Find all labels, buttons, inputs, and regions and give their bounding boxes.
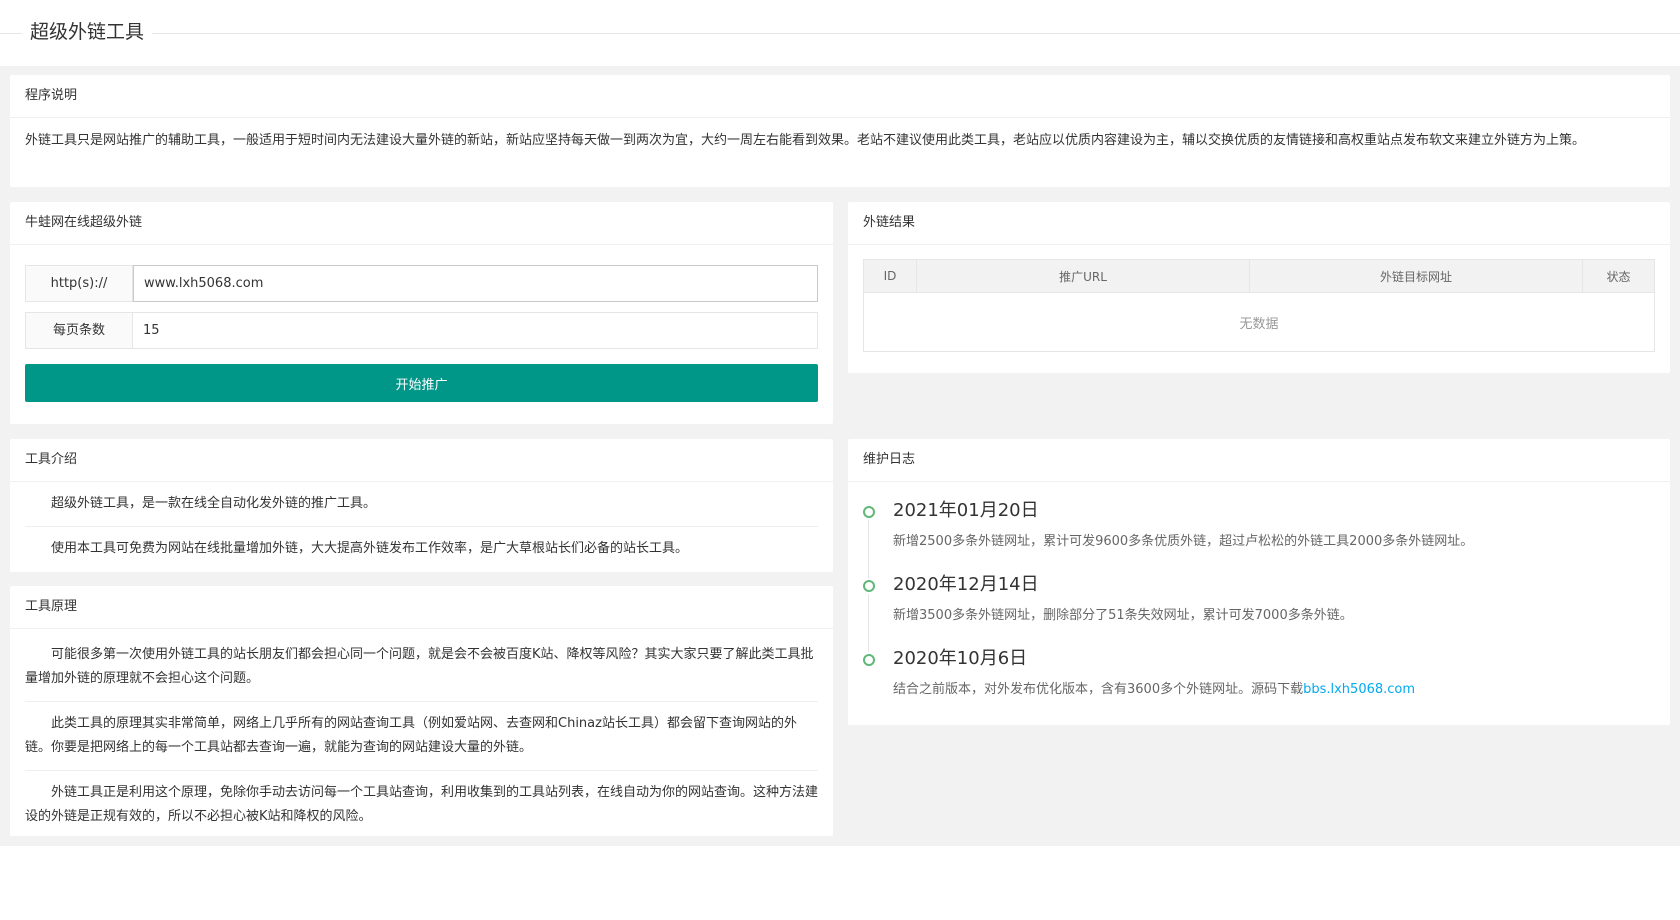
timeline-dot-icon xyxy=(863,654,875,666)
timeline-date: 2020年12月14日 xyxy=(893,574,1039,595)
source-download-link[interactable]: bbs.lxh5068.com xyxy=(1303,682,1415,697)
intro-paragraph: 使用本工具可免费为网站在线批量增加外链，大大提高外链发布工作效率，是广大草根站长… xyxy=(51,541,689,556)
link-result-card: 外链结果 ID 推广URL 外链目标网址 状态 无数据 xyxy=(848,202,1670,373)
card-title: 牛蛙网在线超级外链 xyxy=(10,202,833,245)
timeline-date: 2021年01月20日 xyxy=(893,500,1039,521)
card-title: 程序说明 xyxy=(10,75,1670,118)
per-page-row: 每页条数 xyxy=(25,312,818,349)
intro-paragraph: 超级外链工具，是一款在线全自动化发外链的推广工具。 xyxy=(25,482,818,527)
timeline-connector xyxy=(868,594,869,652)
header-divider xyxy=(0,33,1680,34)
empty-state-text: 无数据 xyxy=(863,292,1655,352)
timeline-text-body: 结合之前版本，对外发布优化版本，含有3600多个外链网址。源码下载 xyxy=(893,682,1304,697)
maintenance-log-card: 维护日志 2021年01月20日 新增2500多条外链网址，累计可发9600多条… xyxy=(848,439,1670,725)
timeline: 2021年01月20日 新增2500多条外链网址，累计可发9600多条优质外链，… xyxy=(863,492,1655,720)
url-prefix-label: http(s):// xyxy=(25,265,133,302)
card-title: 工具介绍 xyxy=(10,439,833,482)
column-header-promo-url: 推广URL xyxy=(916,259,1250,293)
principle-paragraph: 外链工具正是利用这个原理，免除你手动去访问每一个工具站查询，利用收集到的工具站列… xyxy=(25,785,819,824)
card-title: 维护日志 xyxy=(848,439,1670,482)
page-header: 超级外链工具 xyxy=(0,0,1680,66)
card-title: 外链结果 xyxy=(848,202,1670,245)
timeline-dot-icon xyxy=(863,506,875,518)
link-form-card: 牛蛙网在线超级外链 http(s):// 每页条数 开始推广 xyxy=(10,202,833,424)
per-page-input[interactable] xyxy=(133,312,818,349)
table-row: 无数据 xyxy=(863,292,1655,352)
program-description-card: 程序说明 外链工具只是网站推广的辅助工具，一般适用于短时间内无法建设大量外链的新… xyxy=(10,75,1670,187)
url-input[interactable] xyxy=(133,265,818,302)
url-row: http(s):// xyxy=(25,265,818,302)
tool-principle-card: 工具原理 可能很多第一次使用外链工具的站长朋友们都会担心同一个问题，就是会不会被… xyxy=(10,586,833,836)
column-header-id: ID xyxy=(863,259,917,293)
timeline-connector xyxy=(868,520,869,578)
page-title: 超级外链工具 xyxy=(22,17,153,44)
column-header-target-url: 外链目标网址 xyxy=(1249,259,1583,293)
tool-intro-card: 工具介绍 超级外链工具，是一款在线全自动化发外链的推广工具。 使用本工具可免费为… xyxy=(10,439,833,572)
timeline-item: 2021年01月20日 新增2500多条外链网址，累计可发9600多条优质外链，… xyxy=(863,498,1655,578)
start-promotion-button[interactable]: 开始推广 xyxy=(25,364,818,402)
column-header-status: 状态 xyxy=(1582,259,1655,293)
timeline-text: 新增2500多条外链网址，累计可发9600多条优质外链，超过卢松松的外链工具20… xyxy=(893,534,1474,549)
result-table: ID 推广URL 外链目标网址 状态 无数据 xyxy=(863,259,1655,352)
per-page-label: 每页条数 xyxy=(25,312,133,349)
principle-paragraph: 可能很多第一次使用外链工具的站长朋友们都会担心同一个问题，就是会不会被百度K站、… xyxy=(25,633,818,702)
program-description-text: 外链工具只是网站推广的辅助工具，一般适用于短时间内无法建设大量外链的新站，新站应… xyxy=(25,133,1586,148)
card-title: 工具原理 xyxy=(10,586,833,629)
timeline-text: 新增3500多条外链网址，删除部分了51条失效网址，累计可发7000多条外链。 xyxy=(893,608,1353,623)
timeline-text: 结合之前版本，对外发布优化版本，含有3600多个外链网址。源码下载bbs.lxh… xyxy=(893,678,1655,697)
timeline-dot-icon xyxy=(863,580,875,592)
principle-paragraph: 此类工具的原理其实非常简单，网络上几乎所有的网站查询工具（例如爱站网、去查网和C… xyxy=(25,702,818,771)
timeline-item: 2020年12月14日 新增3500多条外链网址，删除部分了51条失效网址，累计… xyxy=(863,572,1655,652)
timeline-item: 2020年10月6日 结合之前版本，对外发布优化版本，含有3600多个外链网址。… xyxy=(863,646,1655,720)
timeline-date: 2020年10月6日 xyxy=(893,648,1028,669)
